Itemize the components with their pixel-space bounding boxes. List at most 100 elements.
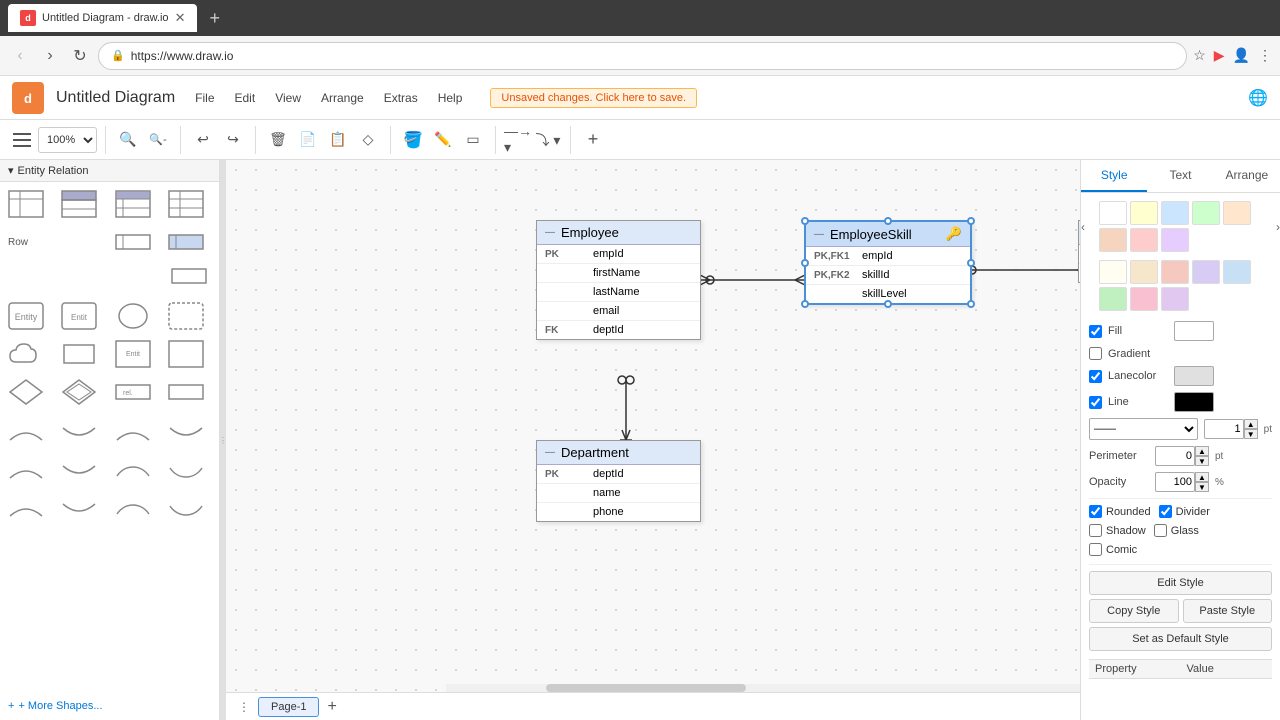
divider-checkbox[interactable] — [1159, 505, 1172, 518]
canvas-area[interactable]: — Employee PKempId firstName lastName em… — [226, 160, 1080, 720]
shape-item[interactable] — [111, 186, 155, 222]
swatch-green[interactable] — [1192, 201, 1220, 225]
star-btn[interactable]: ☆ — [1193, 47, 1206, 64]
diamond-shape1[interactable] — [4, 374, 48, 410]
tab-close-btn[interactable]: ✕ — [175, 10, 186, 26]
horizontal-scrollbar[interactable] — [446, 684, 1080, 692]
cloud-shape[interactable] — [4, 336, 48, 372]
relation-shape1[interactable]: rel. — [111, 374, 155, 410]
add-page-btn[interactable]: + — [327, 698, 336, 716]
curve11[interactable] — [111, 492, 155, 528]
sel-handle-bl[interactable] — [801, 300, 809, 308]
diamond-shape2[interactable] — [57, 374, 101, 410]
menu-file[interactable]: File — [187, 87, 222, 109]
url-bar[interactable]: 🔒 https://www.draw.io — [98, 42, 1187, 70]
copy-btn[interactable]: 📄 — [294, 126, 322, 154]
sel-handle-mr[interactable] — [967, 259, 975, 267]
shape-item[interactable] — [57, 186, 101, 222]
curve6[interactable] — [57, 454, 101, 490]
perimeter-down[interactable]: ▼ — [1195, 456, 1209, 466]
line-width-input[interactable] — [1204, 419, 1244, 439]
zoom-select[interactable]: 100% 75% 150% — [38, 127, 97, 153]
new-tab-btn[interactable]: + — [209, 8, 220, 29]
swatch-tan[interactable] — [1130, 260, 1158, 284]
sel-handle-tr[interactable] — [967, 217, 975, 225]
edit-style-btn[interactable]: Edit Style — [1089, 571, 1272, 595]
line-color-swatch[interactable] — [1174, 392, 1214, 412]
profile-btn[interactable]: 👤 — [1233, 47, 1250, 64]
tab-arrange[interactable]: Arrange — [1214, 160, 1280, 192]
connector-select[interactable]: —→ ▾ — [504, 126, 532, 154]
lanecolor-checkbox[interactable] — [1089, 370, 1102, 383]
swatch-next-btn[interactable]: › — [1276, 220, 1280, 234]
swatch-orange[interactable] — [1223, 201, 1251, 225]
delete-btn[interactable]: 🗑 — [264, 126, 292, 154]
waypoint-select[interactable]: ⤵ ▾ — [534, 126, 562, 154]
curve4[interactable] — [164, 416, 208, 452]
fill-checkbox[interactable] — [1089, 325, 1102, 338]
sidebar-section-title[interactable]: ▾ Entity Relation — [0, 160, 219, 182]
entity-small[interactable]: Entit — [111, 336, 155, 372]
zoom-out-btn[interactable]: 🔍- — [144, 126, 172, 154]
sidebar-toggle-btn[interactable] — [8, 126, 36, 154]
menu-extras[interactable]: Extras — [376, 87, 426, 109]
redo-btn[interactable]: ↪ — [219, 126, 247, 154]
swatch-lavender[interactable] — [1192, 260, 1220, 284]
entity-small2[interactable] — [164, 336, 208, 372]
shape-item[interactable] — [164, 186, 208, 222]
line-style-select[interactable]: —— - - - ····· — [1089, 418, 1198, 440]
swatch-blue[interactable] — [1161, 201, 1189, 225]
swatch-lightgreen2[interactable] — [1099, 287, 1127, 311]
global-icon[interactable]: 🌐 — [1248, 88, 1268, 108]
swatch-yellow[interactable] — [1130, 201, 1158, 225]
curve2[interactable] — [57, 416, 101, 452]
paste-style-btn[interactable]: Paste Style — [1183, 599, 1273, 623]
perimeter-input[interactable] — [1155, 446, 1195, 466]
shadow-checkbox[interactable] — [1089, 524, 1102, 537]
swatch-lightyellow[interactable] — [1099, 260, 1127, 284]
circle-shape[interactable] — [111, 298, 155, 334]
entity-shape[interactable]: Entity — [4, 298, 48, 334]
comic-checkbox[interactable] — [1089, 543, 1102, 556]
curve7[interactable] — [111, 454, 155, 490]
entity-shape2[interactable]: Entit — [57, 298, 101, 334]
add-shapes-btn[interactable]: + + More Shapes... — [0, 692, 219, 720]
tab-text[interactable]: Text — [1147, 160, 1213, 192]
tab-style[interactable]: Style — [1081, 160, 1147, 192]
rounded-checkbox[interactable] — [1089, 505, 1102, 518]
scroll-thumb[interactable] — [546, 684, 746, 692]
page-tab[interactable]: Page-1 — [258, 697, 319, 717]
employeeskill-entity[interactable]: — EmployeeSkill 🔑 PK,FK1empId PK,FK2skil… — [804, 220, 972, 305]
line-width-down[interactable]: ▼ — [1244, 429, 1258, 439]
curve5[interactable] — [4, 454, 48, 490]
fill-color-btn[interactable]: 🪣 — [399, 126, 427, 154]
perimeter-up[interactable]: ▲ — [1195, 446, 1209, 456]
forward-btn[interactable]: › — [38, 44, 62, 68]
swatch-purple[interactable] — [1161, 228, 1189, 252]
sel-handle-tl[interactable] — [801, 217, 809, 225]
swatch-pink[interactable] — [1130, 228, 1158, 252]
swatch-lilac[interactable] — [1161, 287, 1189, 311]
curve9[interactable] — [4, 492, 48, 528]
fill-color-swatch[interactable] — [1174, 321, 1214, 341]
employee-entity[interactable]: — Employee PKempId firstName lastName em… — [536, 220, 701, 340]
row-end-shape[interactable] — [164, 262, 215, 290]
line-color-btn[interactable]: ✏️ — [429, 126, 457, 154]
swatch-white[interactable] — [1099, 201, 1127, 225]
swatch-lightblue2[interactable] — [1223, 260, 1251, 284]
add-shape-btn[interactable]: + — [579, 126, 607, 154]
menu-arrange[interactable]: Arrange — [313, 87, 372, 109]
curve10[interactable] — [57, 492, 101, 528]
department-entity[interactable]: — Department PKdeptId name phone — [536, 440, 701, 522]
sel-handle-br[interactable] — [967, 300, 975, 308]
swatch-prev-btn[interactable]: ‹ — [1081, 220, 1085, 234]
curve8[interactable] — [164, 454, 208, 490]
shape-btn[interactable]: ◇ — [354, 126, 382, 154]
relation-shape2[interactable] — [164, 374, 208, 410]
undo-btn[interactable]: ↩ — [189, 126, 217, 154]
shape-toggle-btn[interactable]: ▭ — [459, 126, 487, 154]
refresh-btn[interactable]: ↻ — [68, 44, 92, 68]
opacity-input[interactable] — [1155, 472, 1195, 492]
swatch-rose[interactable] — [1130, 287, 1158, 311]
menu-view[interactable]: View — [267, 87, 309, 109]
